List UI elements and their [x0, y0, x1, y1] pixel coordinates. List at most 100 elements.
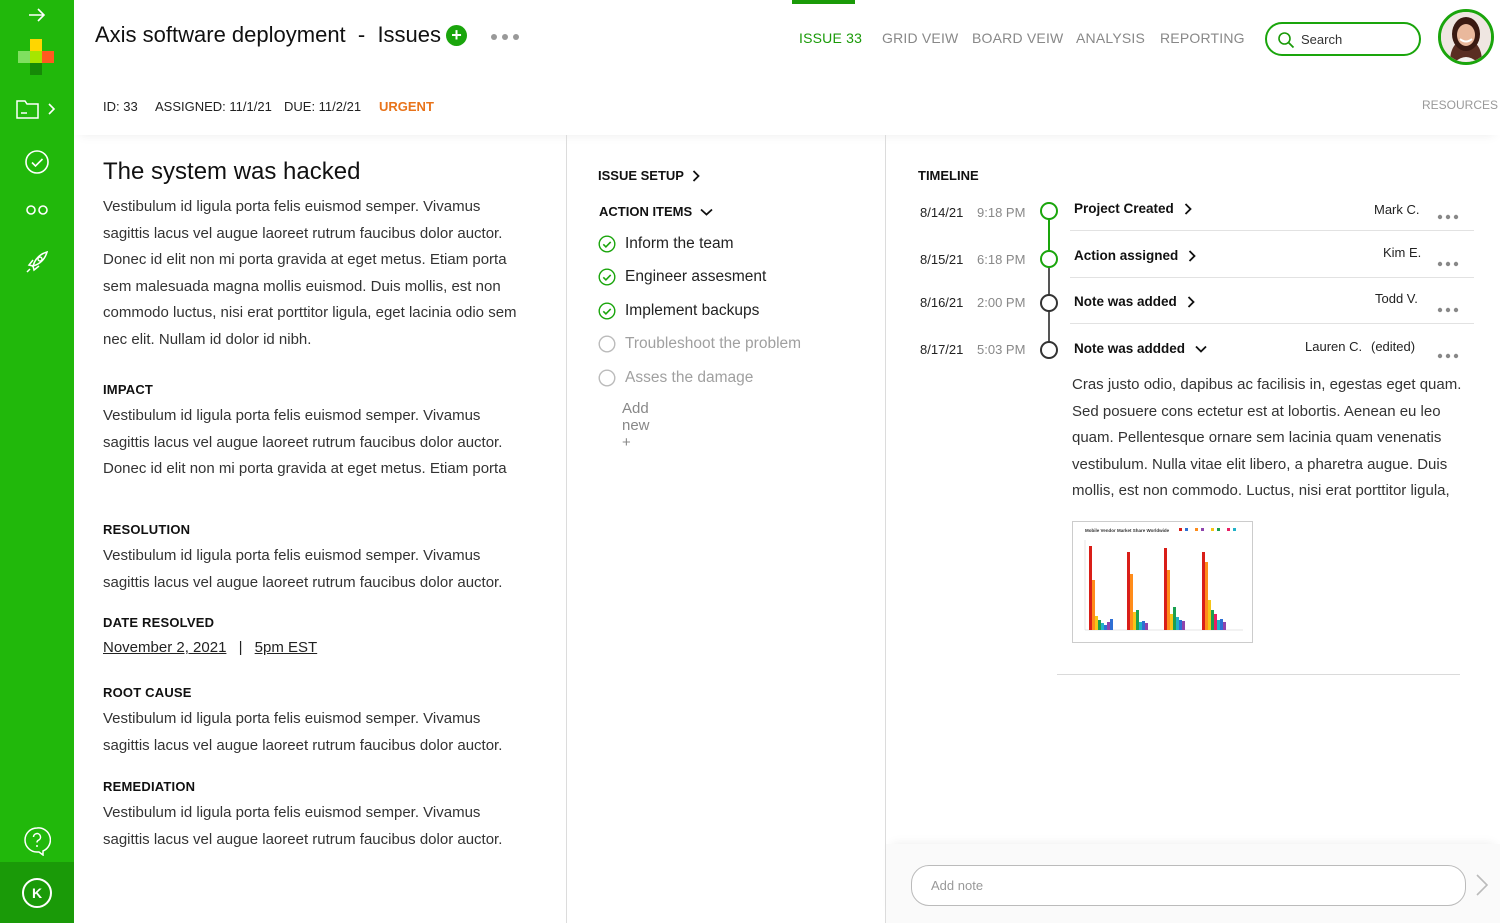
tab-grid-view[interactable]: GRID VEIW — [882, 30, 958, 46]
event-status-dot — [1040, 250, 1058, 268]
event-author: Kim E. — [1383, 245, 1422, 260]
more-horizontal-icon — [1437, 261, 1459, 267]
user-menu[interactable]: K — [0, 862, 74, 923]
search-input[interactable]: Search — [1265, 22, 1421, 56]
search-label: Search — [1301, 32, 1343, 47]
user-avatar-photo[interactable] — [1438, 9, 1494, 65]
help-chat-icon — [24, 827, 51, 856]
legend — [1179, 528, 1236, 531]
sidebar-item-tasks[interactable] — [0, 148, 74, 176]
event-more-button[interactable] — [1437, 254, 1459, 272]
more-horizontal-icon — [1437, 353, 1459, 359]
date-resolved-link[interactable]: November 2, 2021 — [103, 639, 226, 656]
sidebar: K — [0, 0, 74, 923]
event-title[interactable]: Note was added — [1074, 294, 1195, 309]
event-title[interactable]: Action assigned — [1074, 248, 1197, 263]
date-resolved: November 2, 2021 | 5pm EST — [103, 639, 523, 656]
event-status-dot — [1040, 341, 1058, 359]
action-items-toggle[interactable]: ACTION ITEMS — [599, 204, 713, 219]
tab-board-view[interactable]: BOARD VEIW — [972, 30, 1063, 46]
header: Axis software deployment - Issues + ISSU… — [74, 0, 1500, 135]
logo[interactable] — [0, 38, 74, 78]
time-resolved-link[interactable]: 5pm EST — [255, 639, 318, 656]
event-more-button[interactable] — [1437, 346, 1459, 364]
remediation-text: Vestibulum id ligula porta felis euismod… — [103, 804, 503, 848]
resources-link[interactable]: RESOURCES — [1422, 98, 1498, 112]
event-title[interactable]: Note was addded — [1074, 341, 1207, 356]
arrow-right-icon — [29, 8, 46, 22]
event-date: 8/16/21 — [920, 295, 964, 310]
check-circle-icon[interactable] — [598, 235, 616, 253]
impact-heading: IMPACT — [103, 382, 154, 397]
action-item-label: Engineer assesment — [625, 268, 767, 285]
event-title[interactable]: Project Created — [1074, 201, 1192, 216]
attachment-thumbnail[interactable]: Mobile Vendor Market Share Worldwide — [1072, 521, 1253, 643]
user-portrait-icon — [1441, 12, 1491, 62]
event-time: 6:18 PM — [977, 252, 1026, 267]
check-circle-icon[interactable] — [598, 302, 616, 320]
attachment-title: Mobile Vendor Market Share Worldwide — [1085, 528, 1170, 533]
check-circle-icon[interactable] — [598, 268, 616, 286]
active-tab-indicator — [792, 0, 855, 4]
event-more-button[interactable] — [1437, 207, 1459, 225]
sidebar-item-views[interactable] — [0, 202, 74, 218]
timeline-end-divider — [1057, 674, 1460, 675]
event-time: 9:18 PM — [977, 205, 1026, 220]
page-title: Axis software deployment - Issues — [95, 22, 442, 47]
action-item[interactable]: Engineer assesment — [598, 268, 766, 286]
column-divider — [566, 135, 567, 923]
event-separator — [1070, 230, 1474, 231]
event-author: Lauren C. — [1305, 339, 1363, 354]
issue-description: Vestibulum id ligula porta felis euismod… — [103, 198, 517, 348]
expand-sidebar-button[interactable] — [0, 4, 74, 26]
priority-badge: URGENT — [379, 99, 434, 114]
send-note-button[interactable] — [1475, 873, 1489, 902]
sidebar-item-projects[interactable] — [0, 96, 74, 122]
action-item-label: Asses the damage — [625, 369, 754, 386]
more-horizontal-icon — [1437, 307, 1459, 313]
chevron-right-icon — [1184, 202, 1192, 215]
event-title-label: Note was addded — [1074, 341, 1186, 356]
add-action-item-button[interactable]: Add new + — [622, 400, 650, 451]
chevron-right-icon — [692, 169, 700, 182]
action-item-label: Troubleshoot the problem — [625, 335, 802, 352]
chevron-right-icon — [1476, 874, 1489, 896]
event-date: 8/17/21 — [920, 342, 964, 357]
action-item[interactable]: Inform the team — [598, 235, 734, 253]
root-cause-text: Vestibulum id ligula porta felis euismod… — [103, 710, 503, 754]
issue-setup-label: ISSUE SETUP — [598, 168, 684, 183]
edited-flag: (edited) — [1371, 339, 1416, 354]
more-options-button[interactable] — [490, 28, 520, 46]
add-issue-button[interactable]: + — [446, 25, 467, 46]
action-item[interactable]: Troubleshoot the problem — [598, 335, 801, 353]
impact-text: Vestibulum id ligula porta felis euismod… — [103, 407, 507, 477]
tab-issue[interactable]: ISSUE 33 — [799, 30, 862, 46]
tab-analysis[interactable]: ANALYSIS — [1076, 30, 1145, 46]
resolution-text: Vestibulum id ligula porta felis euismod… — [103, 547, 503, 591]
event-status-dot — [1040, 294, 1058, 312]
due-date: DUE: 11/2/21 — [284, 99, 362, 114]
folder-icon — [16, 100, 56, 119]
event-separator — [1070, 323, 1474, 324]
event-separator — [1070, 277, 1474, 278]
event-time: 5:03 PM — [977, 342, 1026, 357]
event-time: 2:00 PM — [977, 295, 1026, 310]
event-more-button[interactable] — [1437, 300, 1459, 318]
more-horizontal-icon — [1437, 214, 1459, 220]
date-resolved-heading: DATE RESOLVED — [103, 615, 215, 630]
sidebar-item-deployments[interactable] — [0, 248, 74, 276]
empty-circle-icon[interactable] — [598, 369, 616, 387]
issue-details: The system was hacked Vestibulum id ligu… — [103, 158, 523, 853]
empty-circle-icon[interactable] — [598, 335, 616, 353]
event-title-label: Action assigned — [1074, 248, 1179, 263]
issue-setup-link[interactable]: ISSUE SETUP — [598, 168, 700, 183]
action-item[interactable]: Implement backups — [598, 302, 759, 320]
event-title-label: Note was added — [1074, 294, 1177, 309]
action-item[interactable]: Asses the damage — [598, 369, 753, 387]
issue-id: ID: 33 — [103, 99, 138, 114]
help-button[interactable] — [0, 826, 74, 856]
add-note-input[interactable] — [911, 865, 1466, 906]
event-author: Mark C. — [1374, 202, 1420, 217]
tab-reporting[interactable]: REPORTING — [1160, 30, 1245, 46]
action-item-label: Implement backups — [625, 302, 760, 319]
